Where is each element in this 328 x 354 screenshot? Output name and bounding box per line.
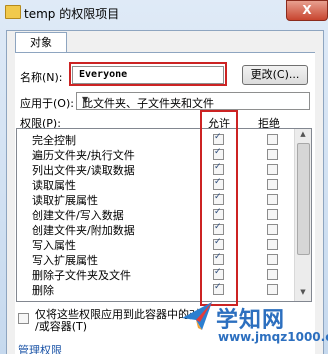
- permission-entry-window: temp 的权限项目 X 对象 名称(N): Everyone 更改(C)...…: [0, 0, 328, 354]
- permission-row: 创建文件夹/附加数据: [17, 222, 293, 237]
- chevron-down-icon: ▼: [82, 95, 89, 104]
- permission-label: 创建文件/写入数据: [32, 209, 124, 222]
- permission-label: 删除子文件夹及文件: [32, 269, 131, 282]
- permission-row: 遍历文件夹/执行文件: [17, 147, 293, 162]
- title-bar: temp 的权限项目 X: [0, 0, 328, 26]
- permission-label: 删除: [32, 284, 54, 297]
- deny-checkbox[interactable]: [267, 134, 278, 145]
- permission-row: 完全控制: [17, 132, 293, 147]
- window-title: temp 的权限项目: [24, 7, 120, 21]
- permission-label: 遍历文件夹/执行文件: [32, 149, 135, 162]
- permission-row: 写入扩展属性: [17, 252, 293, 267]
- permission-label: 写入属性: [32, 239, 76, 252]
- permission-row: 删除子文件夹及文件: [17, 267, 293, 282]
- permission-label: 创建文件夹/附加数据: [32, 224, 135, 237]
- permissions-scrollbar[interactable]: ▲ ▼: [294, 129, 311, 301]
- watermark-url: www.jmqz1000.com: [218, 330, 328, 344]
- allow-highlight-box: [200, 110, 238, 306]
- deny-checkbox[interactable]: [267, 209, 278, 220]
- deny-checkbox[interactable]: [267, 269, 278, 280]
- deny-checkbox[interactable]: [267, 224, 278, 235]
- permission-row: 删除: [17, 282, 293, 297]
- apply-to-label: 应用于(O):: [20, 97, 74, 110]
- permission-row: 读取属性: [17, 177, 293, 192]
- permission-row: 写入属性: [17, 237, 293, 252]
- deny-checkbox[interactable]: [267, 254, 278, 265]
- deny-checkbox[interactable]: [267, 149, 278, 160]
- name-label: 名称(N):: [20, 71, 63, 84]
- folder-icon: [5, 5, 21, 19]
- permissions-list: 完全控制 遍历文件夹/执行文件 列出文件夹/读取数据 读取属性 读取扩展属性 创…: [16, 128, 312, 302]
- permission-label: 写入扩展属性: [32, 254, 98, 267]
- permission-row: 创建文件/写入数据: [17, 207, 293, 222]
- apply-only-line2: /或容器(T): [35, 320, 88, 333]
- apply-only-checkbox[interactable]: [18, 313, 29, 324]
- watermark: 学知网 www.jmqz1000.com: [180, 298, 328, 348]
- apply-only-label: 仅将这些权限应用到此容器中的对 /或容器(T): [35, 309, 200, 333]
- manage-permissions-link[interactable]: 管理权限: [18, 342, 62, 354]
- name-highlight-box: [69, 62, 227, 86]
- tab-object[interactable]: 对象: [15, 32, 67, 53]
- watermark-logo-icon: [182, 302, 212, 330]
- permission-row: 读取扩展属性: [17, 192, 293, 207]
- deny-checkbox[interactable]: [267, 239, 278, 250]
- deny-checkbox[interactable]: [267, 179, 278, 190]
- permission-label: 列出文件夹/读取数据: [32, 164, 135, 177]
- permission-label: 完全控制: [32, 134, 76, 147]
- deny-checkbox[interactable]: [267, 164, 278, 175]
- deny-checkbox[interactable]: [267, 194, 278, 205]
- deny-checkbox[interactable]: [267, 284, 278, 295]
- permission-label: 读取扩展属性: [32, 194, 98, 207]
- scroll-thumb[interactable]: [297, 143, 310, 255]
- scroll-up-icon[interactable]: ▲: [297, 130, 309, 142]
- close-button[interactable]: X: [286, 0, 328, 21]
- apply-to-select[interactable]: 此文件夹、子文件夹和文件 ▼: [76, 92, 310, 110]
- permission-label: 读取属性: [32, 179, 76, 192]
- permission-row: 列出文件夹/读取数据: [17, 162, 293, 177]
- change-button[interactable]: 更改(C)...: [242, 65, 308, 85]
